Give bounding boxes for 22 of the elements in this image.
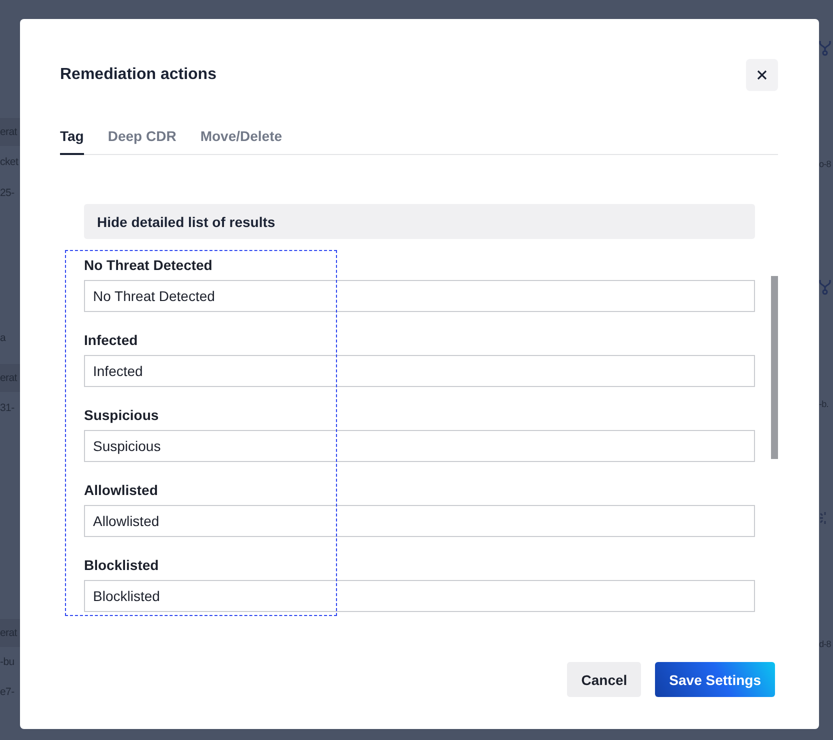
- field-label: Infected: [84, 332, 139, 348]
- tab[interactable]: Deep CDR: [108, 128, 176, 155]
- text-input[interactable]: No Threat Detected: [84, 280, 755, 312]
- field-label: No Threat Detected: [84, 257, 214, 273]
- cancel-button[interactable]: Cancel: [567, 662, 642, 697]
- text-input[interactable]: Allowlisted: [84, 505, 755, 537]
- field-label: Blocklisted: [84, 557, 160, 573]
- close-icon: [757, 70, 767, 80]
- branch-icon: [819, 40, 831, 56]
- field-label: Suspicious: [84, 407, 160, 423]
- text-input[interactable]: Infected: [84, 355, 755, 387]
- text-input[interactable]: Blocklisted: [84, 580, 755, 612]
- hide-results-button[interactable]: Hide detailed list of results: [84, 204, 755, 239]
- tab[interactable]: Move/Delete: [200, 128, 282, 155]
- branch-icon: [819, 279, 831, 295]
- field-label: Allowlisted: [84, 482, 159, 498]
- text-input[interactable]: Suspicious: [84, 430, 755, 462]
- tab[interactable]: Tag: [60, 128, 84, 155]
- save-button[interactable]: Save Settings: [655, 662, 775, 697]
- dialog-title: Remediation actions: [60, 66, 216, 84]
- close-button[interactable]: [746, 59, 778, 91]
- scrollbar[interactable]: [771, 276, 778, 459]
